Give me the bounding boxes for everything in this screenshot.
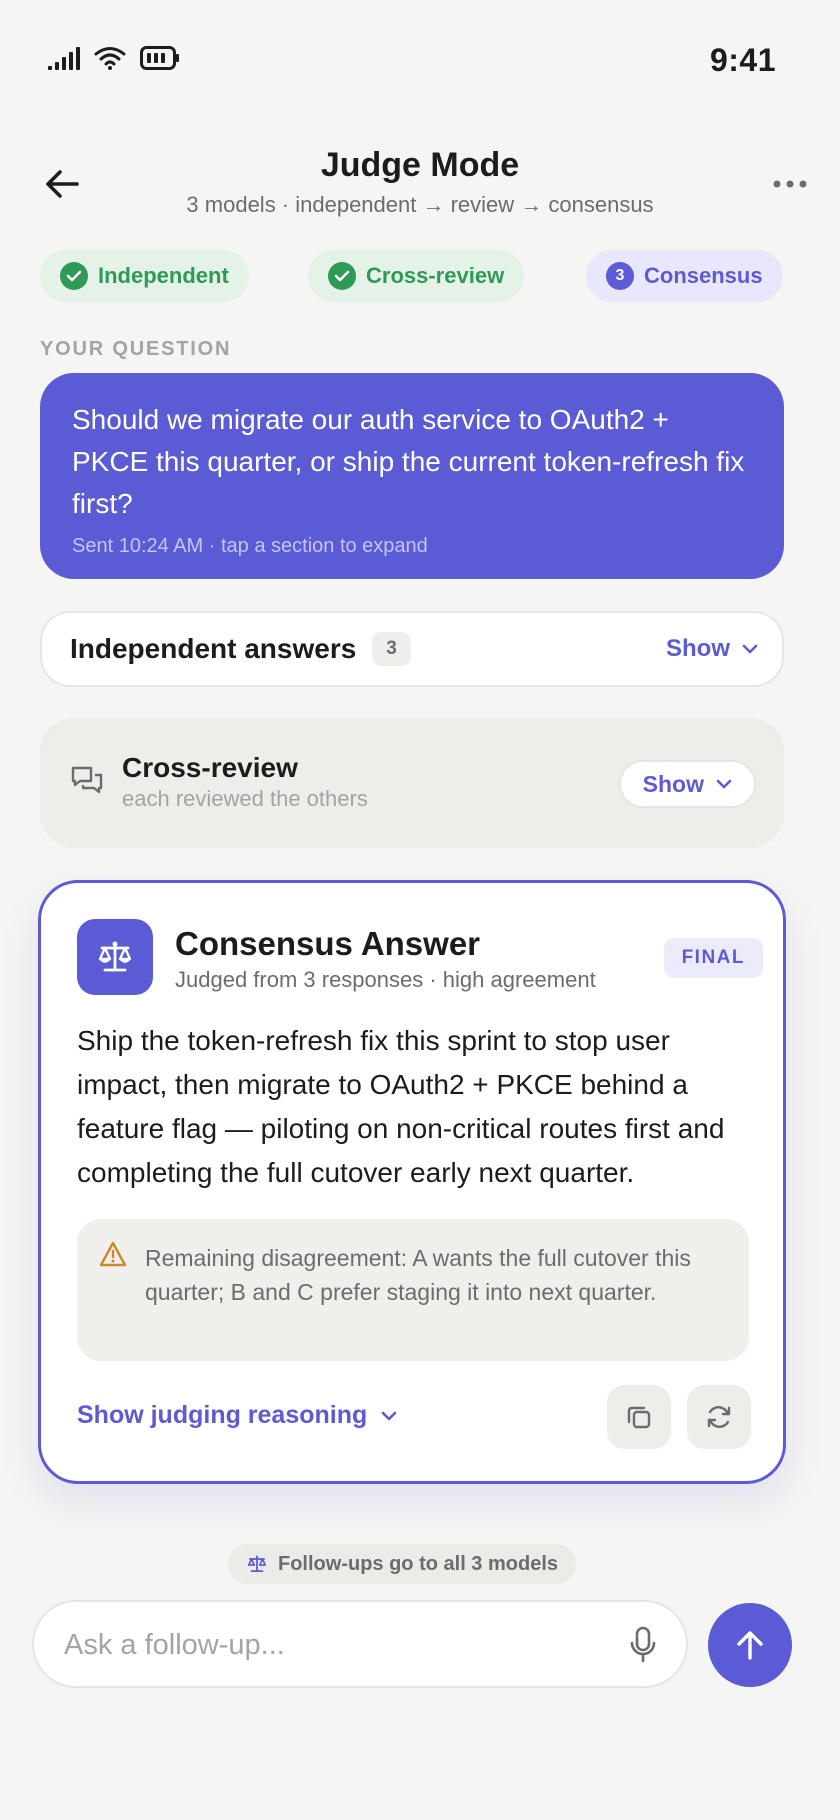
step-independent[interactable]: Independent xyxy=(40,250,249,302)
step-number: 3 xyxy=(606,262,634,290)
regenerate-button[interactable] xyxy=(687,1385,751,1449)
step-label: Consensus xyxy=(644,263,763,288)
copy-button[interactable] xyxy=(607,1385,671,1449)
copy-icon xyxy=(627,1406,651,1429)
question-bubble[interactable]: Should we migrate our auth service to OA… xyxy=(40,373,784,579)
show-label: Show xyxy=(666,635,730,662)
followup-input[interactable] xyxy=(64,1618,604,1672)
more-icon xyxy=(773,180,807,188)
warning-icon xyxy=(99,1241,127,1267)
scale-icon xyxy=(98,941,132,972)
check-icon xyxy=(60,262,88,290)
mic-icon[interactable] xyxy=(630,1626,656,1664)
section-label: YOUR QUESTION xyxy=(40,338,232,360)
chat-bubbles-icon xyxy=(71,766,103,794)
cross-review-title: Cross-review xyxy=(122,752,298,783)
final-badge: FINAL xyxy=(663,938,763,978)
step-cross-review[interactable]: Cross-review xyxy=(308,250,525,302)
disagreement-box: Remaining disagreement: A wants the full… xyxy=(77,1219,749,1361)
step-consensus[interactable]: 3 Consensus xyxy=(586,250,783,302)
step-label: Cross-review xyxy=(366,263,505,288)
question-text: Should we migrate our auth service to OA… xyxy=(72,404,745,519)
count-badge: 3 xyxy=(372,632,411,666)
disagreement-text: Remaining disagreement: A wants the full… xyxy=(145,1245,691,1305)
consensus-card: Consensus Answer Judged from 3 responses… xyxy=(38,880,786,1484)
independent-show-button[interactable]: Show xyxy=(666,635,758,663)
independent-answers-title: Independent answers xyxy=(70,633,357,664)
page-subtitle: 3 models · independent → review → consen… xyxy=(186,192,654,217)
cross-review-subtitle: each reviewed the others xyxy=(122,786,368,811)
show-label: Show xyxy=(642,770,704,797)
wifi-icon xyxy=(94,47,126,70)
more-button[interactable] xyxy=(764,158,816,210)
cross-review-show-button[interactable]: Show xyxy=(618,760,756,808)
battery-icon xyxy=(140,46,179,70)
consensus-title: Consensus Answer xyxy=(175,925,481,962)
consensus-body: Ship the token-refresh fix this sprint t… xyxy=(77,1025,725,1188)
followup-chip: Follow-ups go to all 3 models xyxy=(228,1544,577,1584)
status-icons xyxy=(48,46,180,70)
composer xyxy=(32,1600,688,1688)
chevron-down-icon xyxy=(381,1411,397,1420)
check-icon xyxy=(328,262,356,290)
progress-stepper: Independent Cross-review 3 Consensus xyxy=(40,250,784,304)
arrow-up-icon xyxy=(737,1631,763,1660)
show-reasoning-button[interactable]: Show judging reasoning xyxy=(77,1401,397,1430)
step-label: Independent xyxy=(98,263,229,288)
question-meta: Sent 10:24 AM · tap a section to expand xyxy=(72,535,428,557)
scale-tile xyxy=(77,919,153,995)
signal-icon xyxy=(48,47,80,70)
independent-answers-card[interactable]: Independent answers 3 Show xyxy=(40,611,784,687)
refresh-icon xyxy=(707,1406,731,1428)
status-bar: 9:41 xyxy=(0,0,840,124)
cross-review-card[interactable]: Cross-review each reviewed the others Sh… xyxy=(40,718,784,848)
status-time: 9:41 xyxy=(709,42,776,78)
chevron-down-icon xyxy=(716,779,732,789)
followup-chip-text: Follow-ups go to all 3 models xyxy=(278,1552,559,1575)
send-button[interactable] xyxy=(708,1603,792,1687)
reasoning-label: Show judging reasoning xyxy=(77,1401,368,1429)
consensus-subtitle: Judged from 3 responses · high agreement xyxy=(175,967,596,992)
scale-icon xyxy=(247,1555,267,1573)
chevron-down-icon xyxy=(742,644,758,654)
header: Judge Mode 3 models · independent → revi… xyxy=(0,140,840,240)
page-title: Judge Mode xyxy=(320,146,520,184)
